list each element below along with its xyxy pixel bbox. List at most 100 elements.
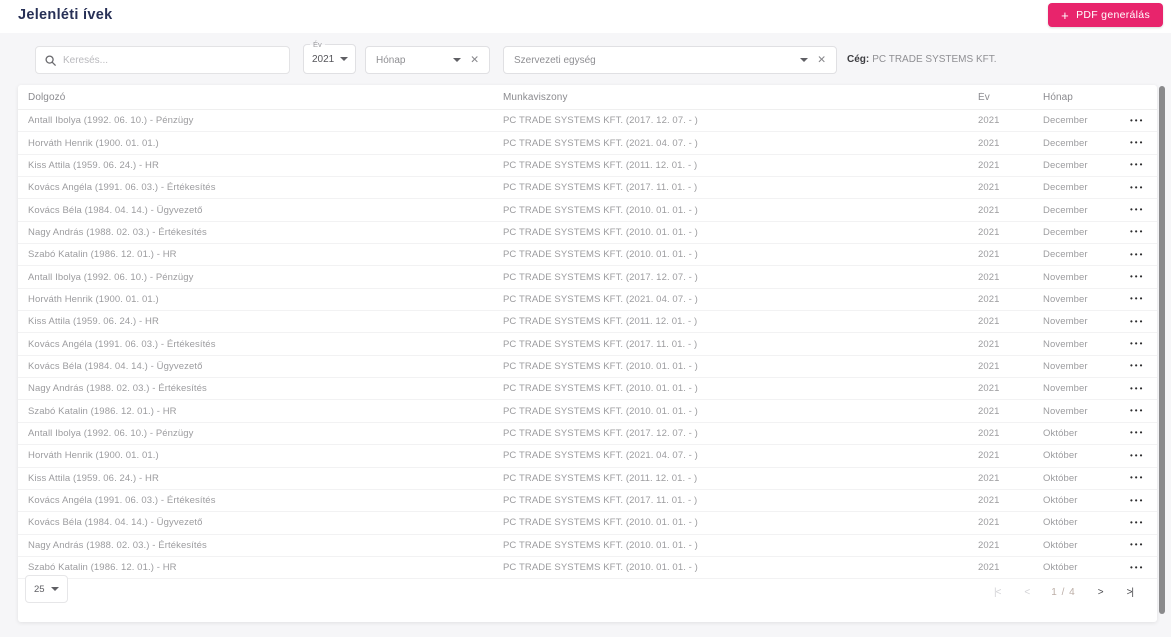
month-select[interactable]: Hónap ✕ [365,46,490,74]
employee-cell: Antall Ibolya (1992. 06. 10.) - Pénzügy [28,271,194,283]
chevron-down-icon [453,58,462,62]
next-page-button[interactable]: > [1086,583,1115,602]
table-row[interactable]: Horváth Henrik (1900. 01. 01.) PC TRADE … [18,445,1157,468]
month-select-placeholder: Hónap [376,54,406,66]
table-row[interactable]: Horváth Henrik (1900. 01. 01.) PC TRADE … [18,132,1157,155]
table-row[interactable]: Kovács Angéla (1991. 06. 03.) - Értékesí… [18,177,1157,200]
row-actions-button[interactable]: ••• [1128,182,1144,194]
year-select[interactable]: Év 2021 [303,40,356,74]
employee-cell: Kovács Angéla (1991. 06. 03.) - Értékesí… [28,182,216,194]
chevron-down-icon [340,57,349,61]
pdf-generate-label: PDF generálás [1076,9,1150,21]
year-cell: 2021 [978,249,1000,261]
month-cell: Október [1043,472,1078,484]
employment-cell: PC TRADE SYSTEMS KFT. (2011. 12. 01. - ) [503,316,698,328]
year-cell: 2021 [978,450,1000,462]
year-cell: 2021 [978,517,1000,529]
year-cell: 2021 [978,137,1000,149]
table-body: Antall Ibolya (1992. 06. 10.) - Pénzügy … [18,110,1157,580]
employment-cell: PC TRADE SYSTEMS KFT. (2021. 04. 07. - ) [503,137,698,149]
row-actions-button[interactable]: ••• [1128,495,1144,507]
company-value: PC TRADE SYSTEMS KFT. [872,54,997,65]
employment-cell: PC TRADE SYSTEMS KFT. (2017. 11. 01. - ) [503,182,698,194]
table-row[interactable]: Antall Ibolya (1992. 06. 10.) - Pénzügy … [18,423,1157,446]
employment-cell: PC TRADE SYSTEMS KFT. (2017. 12. 07. - ) [503,427,698,439]
table-row[interactable]: Nagy András (1988. 02. 03.) - Értékesíté… [18,222,1157,245]
table-row[interactable]: Antall Ibolya (1992. 06. 10.) - Pénzügy … [18,110,1157,133]
employment-cell: PC TRADE SYSTEMS KFT. (2017. 12. 07. - ) [503,115,698,127]
row-actions-button[interactable]: ••• [1128,360,1144,372]
row-actions-button[interactable]: ••• [1128,562,1144,574]
month-cell: Október [1043,495,1078,507]
month-cell: December [1043,115,1088,127]
column-header-employee: Dolgozó [28,91,66,103]
employee-cell: Nagy András (1988. 02. 03.) - Értékesíté… [28,383,207,395]
table-row[interactable]: Kovács Béla (1984. 04. 14.) - Ügyvezető … [18,512,1157,535]
employee-cell: Kovács Béla (1984. 04. 14.) - Ügyvezető [28,360,203,372]
table-row[interactable]: Nagy András (1988. 02. 03.) - Értékesíté… [18,378,1157,401]
year-cell: 2021 [978,383,1000,395]
table-row[interactable]: Kiss Attila (1959. 06. 24.) - HR PC TRAD… [18,155,1157,178]
employee-cell: Nagy András (1988. 02. 03.) - Értékesíté… [28,226,207,238]
month-cell: December [1043,204,1088,216]
table-footer: 25 |< < 1 / 4 > >| [18,575,1157,622]
row-actions-button[interactable]: ••• [1128,383,1144,395]
row-actions-button[interactable]: ••• [1128,249,1144,261]
org-unit-placeholder: Szervezeti egység [514,54,596,66]
pagination: |< < 1 / 4 > >| [982,583,1145,602]
table-row[interactable]: Kovács Angéla (1991. 06. 03.) - Értékesí… [18,333,1157,356]
row-actions-button[interactable]: ••• [1128,137,1144,149]
row-actions-button[interactable]: ••• [1128,316,1144,328]
employee-cell: Kiss Attila (1959. 06. 24.) - HR [28,316,159,328]
page-size-select[interactable]: 25 [25,575,68,604]
page-title: Jelenléti ívek [18,7,113,23]
table-row[interactable]: Horváth Henrik (1900. 01. 01.) PC TRADE … [18,289,1157,312]
row-actions-button[interactable]: ••• [1128,115,1144,127]
search-input[interactable] [63,54,280,66]
table-row[interactable]: Szabó Katalin (1986. 12. 01.) - HR PC TR… [18,244,1157,267]
table-row[interactable]: Nagy András (1988. 02. 03.) - Értékesíté… [18,535,1157,557]
table-row[interactable]: Szabó Katalin (1986. 12. 01.) - HR PC TR… [18,400,1157,423]
row-actions-button[interactable]: ••• [1128,517,1144,529]
row-actions-button[interactable]: ••• [1128,338,1144,350]
table-row[interactable]: Antall Ibolya (1992. 06. 10.) - Pénzügy … [18,266,1157,289]
table-row[interactable]: Szabó Katalin (1986. 12. 01.) - HR PC TR… [18,557,1157,580]
month-cell: December [1043,249,1088,261]
year-cell: 2021 [978,405,1000,417]
row-actions-button[interactable]: ••• [1128,204,1144,216]
vertical-scrollbar[interactable] [1159,86,1165,614]
month-cell: December [1043,159,1088,171]
table-row[interactable]: Kiss Attila (1959. 06. 24.) - HR PC TRAD… [18,468,1157,490]
employee-cell: Kiss Attila (1959. 06. 24.) - HR [28,472,159,484]
year-cell: 2021 [978,115,1000,127]
prev-page-button[interactable]: < [1012,583,1041,602]
year-cell: 2021 [978,539,1000,551]
table-row[interactable]: Kiss Attila (1959. 06. 24.) - HR PC TRAD… [18,311,1157,334]
pdf-generate-button[interactable]: + PDF generálás [1048,3,1163,27]
row-actions-button[interactable]: ••• [1128,539,1144,551]
row-actions-button[interactable]: ••• [1128,472,1144,484]
top-bar: Jelenléti ívek + PDF generálás [0,0,1171,33]
clear-org-unit-icon[interactable]: ✕ [817,54,826,66]
employee-cell: Horváth Henrik (1900. 01. 01.) [28,137,159,149]
search-box [35,46,290,74]
row-actions-button[interactable]: ••• [1128,293,1144,305]
last-page-button[interactable]: >| [1115,583,1145,602]
row-actions-button[interactable]: ••• [1128,271,1144,283]
employment-cell: PC TRADE SYSTEMS KFT. (2011. 12. 01. - ) [503,159,698,171]
first-page-button[interactable]: |< [982,583,1012,602]
table-row[interactable]: Kovács Béla (1984. 04. 14.) - Ügyvezető … [18,199,1157,222]
row-actions-button[interactable]: ••• [1128,405,1144,417]
employment-cell: PC TRADE SYSTEMS KFT. (2010. 01. 01. - ) [503,539,698,551]
table-row[interactable]: Kovács Béla (1984. 04. 14.) - Ügyvezető … [18,356,1157,379]
table-row[interactable]: Kovács Angéla (1991. 06. 03.) - Értékesí… [18,490,1157,513]
row-actions-button[interactable]: ••• [1128,450,1144,462]
row-actions-button[interactable]: ••• [1128,159,1144,171]
row-actions-button[interactable]: ••• [1128,427,1144,439]
clear-month-icon[interactable]: ✕ [470,54,479,66]
employment-cell: PC TRADE SYSTEMS KFT. (2011. 12. 01. - ) [503,472,698,484]
year-cell: 2021 [978,159,1000,171]
month-cell: November [1043,338,1088,350]
org-unit-select[interactable]: Szervezeti egység ✕ [503,46,837,74]
row-actions-button[interactable]: ••• [1128,226,1144,238]
